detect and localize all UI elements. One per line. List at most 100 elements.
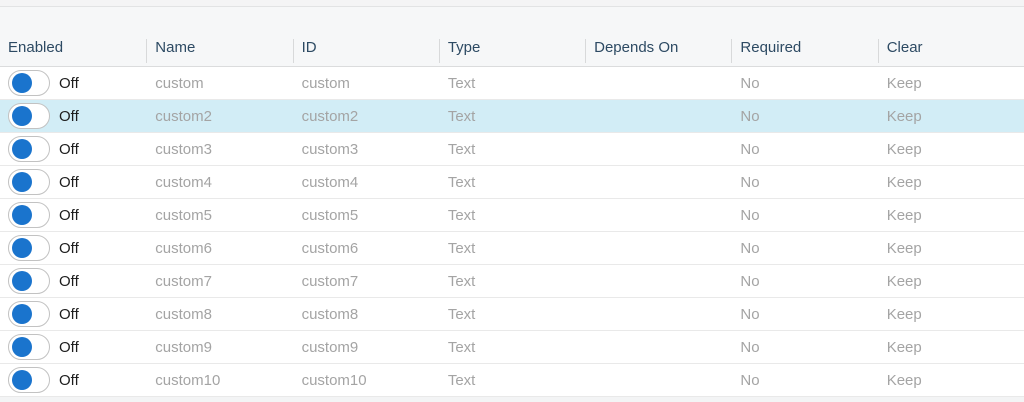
table-row[interactable]: Off custom9 custom9 Text No Keep: [0, 331, 1024, 364]
toggle-knob: [12, 205, 32, 225]
toggle-knob: [12, 73, 32, 93]
clear-value: Keep: [887, 372, 922, 389]
id-value: custom5: [302, 207, 359, 224]
clear-cell: Keep: [878, 372, 1024, 389]
toggle-state-label: Off: [59, 75, 79, 92]
id-value: custom2: [302, 108, 359, 125]
id-value: custom7: [302, 273, 359, 290]
clear-value: Keep: [887, 108, 922, 125]
toggle-knob: [12, 238, 32, 258]
type-value: Text: [448, 240, 476, 257]
required-value: No: [740, 174, 759, 191]
toggle-state-label: Off: [59, 240, 79, 257]
clear-value: Keep: [887, 141, 922, 158]
name-value: custom: [155, 75, 203, 92]
column-header-required[interactable]: Required: [731, 39, 877, 66]
required-value: No: [740, 108, 759, 125]
enabled-toggle[interactable]: [8, 103, 50, 129]
required-value: No: [740, 207, 759, 224]
enabled-cell: Off: [0, 334, 146, 360]
required-cell: No: [731, 207, 877, 224]
id-cell: custom: [293, 75, 439, 92]
type-cell: Text: [439, 75, 585, 92]
enabled-toggle[interactable]: [8, 70, 50, 96]
clear-cell: Keep: [878, 108, 1024, 125]
required-value: No: [740, 75, 759, 92]
required-value: No: [740, 306, 759, 323]
name-cell: custom7: [146, 273, 292, 290]
name-value: custom4: [155, 174, 212, 191]
clear-cell: Keep: [878, 174, 1024, 191]
clear-value: Keep: [887, 306, 922, 323]
required-cell: No: [731, 306, 877, 323]
toggle-state-label: Off: [59, 273, 79, 290]
type-cell: Text: [439, 174, 585, 191]
clear-cell: Keep: [878, 207, 1024, 224]
name-cell: custom4: [146, 174, 292, 191]
toggle-knob: [12, 304, 32, 324]
name-value: custom9: [155, 339, 212, 356]
toggle-state-label: Off: [59, 339, 79, 356]
type-value: Text: [448, 306, 476, 323]
required-value: No: [740, 339, 759, 356]
table-header: Enabled Name ID Type Depends On Required…: [0, 7, 1024, 67]
toggle-knob: [12, 172, 32, 192]
enabled-cell: Off: [0, 301, 146, 327]
column-header-depends-on[interactable]: Depends On: [585, 39, 731, 66]
toggle-state-label: Off: [59, 372, 79, 389]
clear-cell: Keep: [878, 75, 1024, 92]
enabled-cell: Off: [0, 367, 146, 393]
table-row[interactable]: Off custom5 custom5 Text No Keep: [0, 199, 1024, 232]
table-row[interactable]: Off custom7 custom7 Text No Keep: [0, 265, 1024, 298]
type-cell: Text: [439, 141, 585, 158]
enabled-cell: Off: [0, 202, 146, 228]
type-value: Text: [448, 339, 476, 356]
name-cell: custom3: [146, 141, 292, 158]
toggle-knob: [12, 370, 32, 390]
type-value: Text: [448, 141, 476, 158]
toggle-state-label: Off: [59, 141, 79, 158]
required-cell: No: [731, 108, 877, 125]
required-cell: No: [731, 174, 877, 191]
column-header-id[interactable]: ID: [293, 39, 439, 66]
type-value: Text: [448, 372, 476, 389]
enabled-toggle[interactable]: [8, 235, 50, 261]
column-header-type[interactable]: Type: [439, 39, 585, 66]
enabled-toggle[interactable]: [8, 334, 50, 360]
table-row[interactable]: Off custom3 custom3 Text No Keep: [0, 133, 1024, 166]
column-header-enabled[interactable]: Enabled: [0, 39, 146, 66]
name-value: custom5: [155, 207, 212, 224]
id-cell: custom4: [293, 174, 439, 191]
id-cell: custom2: [293, 108, 439, 125]
table-row[interactable]: Off custom custom Text No Keep: [0, 67, 1024, 100]
enabled-toggle[interactable]: [8, 169, 50, 195]
enabled-toggle[interactable]: [8, 367, 50, 393]
enabled-toggle[interactable]: [8, 202, 50, 228]
clear-cell: Keep: [878, 339, 1024, 356]
enabled-toggle[interactable]: [8, 268, 50, 294]
column-header-name[interactable]: Name: [146, 39, 292, 66]
table-row[interactable]: Off custom2 custom2 Text No Keep: [0, 100, 1024, 133]
table-row[interactable]: Off custom6 custom6 Text No Keep: [0, 232, 1024, 265]
table-row[interactable]: Off custom4 custom4 Text No Keep: [0, 166, 1024, 199]
table-row[interactable]: Off custom8 custom8 Text No Keep: [0, 298, 1024, 331]
id-cell: custom8: [293, 306, 439, 323]
type-value: Text: [448, 108, 476, 125]
table-row[interactable]: Off custom10 custom10 Text No Keep: [0, 364, 1024, 397]
name-value: custom8: [155, 306, 212, 323]
toggle-state-label: Off: [59, 306, 79, 323]
id-value: custom8: [302, 306, 359, 323]
enabled-toggle[interactable]: [8, 301, 50, 327]
column-header-clear[interactable]: Clear: [878, 39, 1024, 66]
enabled-toggle[interactable]: [8, 136, 50, 162]
type-cell: Text: [439, 108, 585, 125]
toggle-knob: [12, 106, 32, 126]
type-value: Text: [448, 207, 476, 224]
clear-cell: Keep: [878, 240, 1024, 257]
clear-value: Keep: [887, 75, 922, 92]
name-cell: custom10: [146, 372, 292, 389]
required-value: No: [740, 273, 759, 290]
clear-value: Keep: [887, 339, 922, 356]
clear-cell: Keep: [878, 273, 1024, 290]
name-cell: custom: [146, 75, 292, 92]
